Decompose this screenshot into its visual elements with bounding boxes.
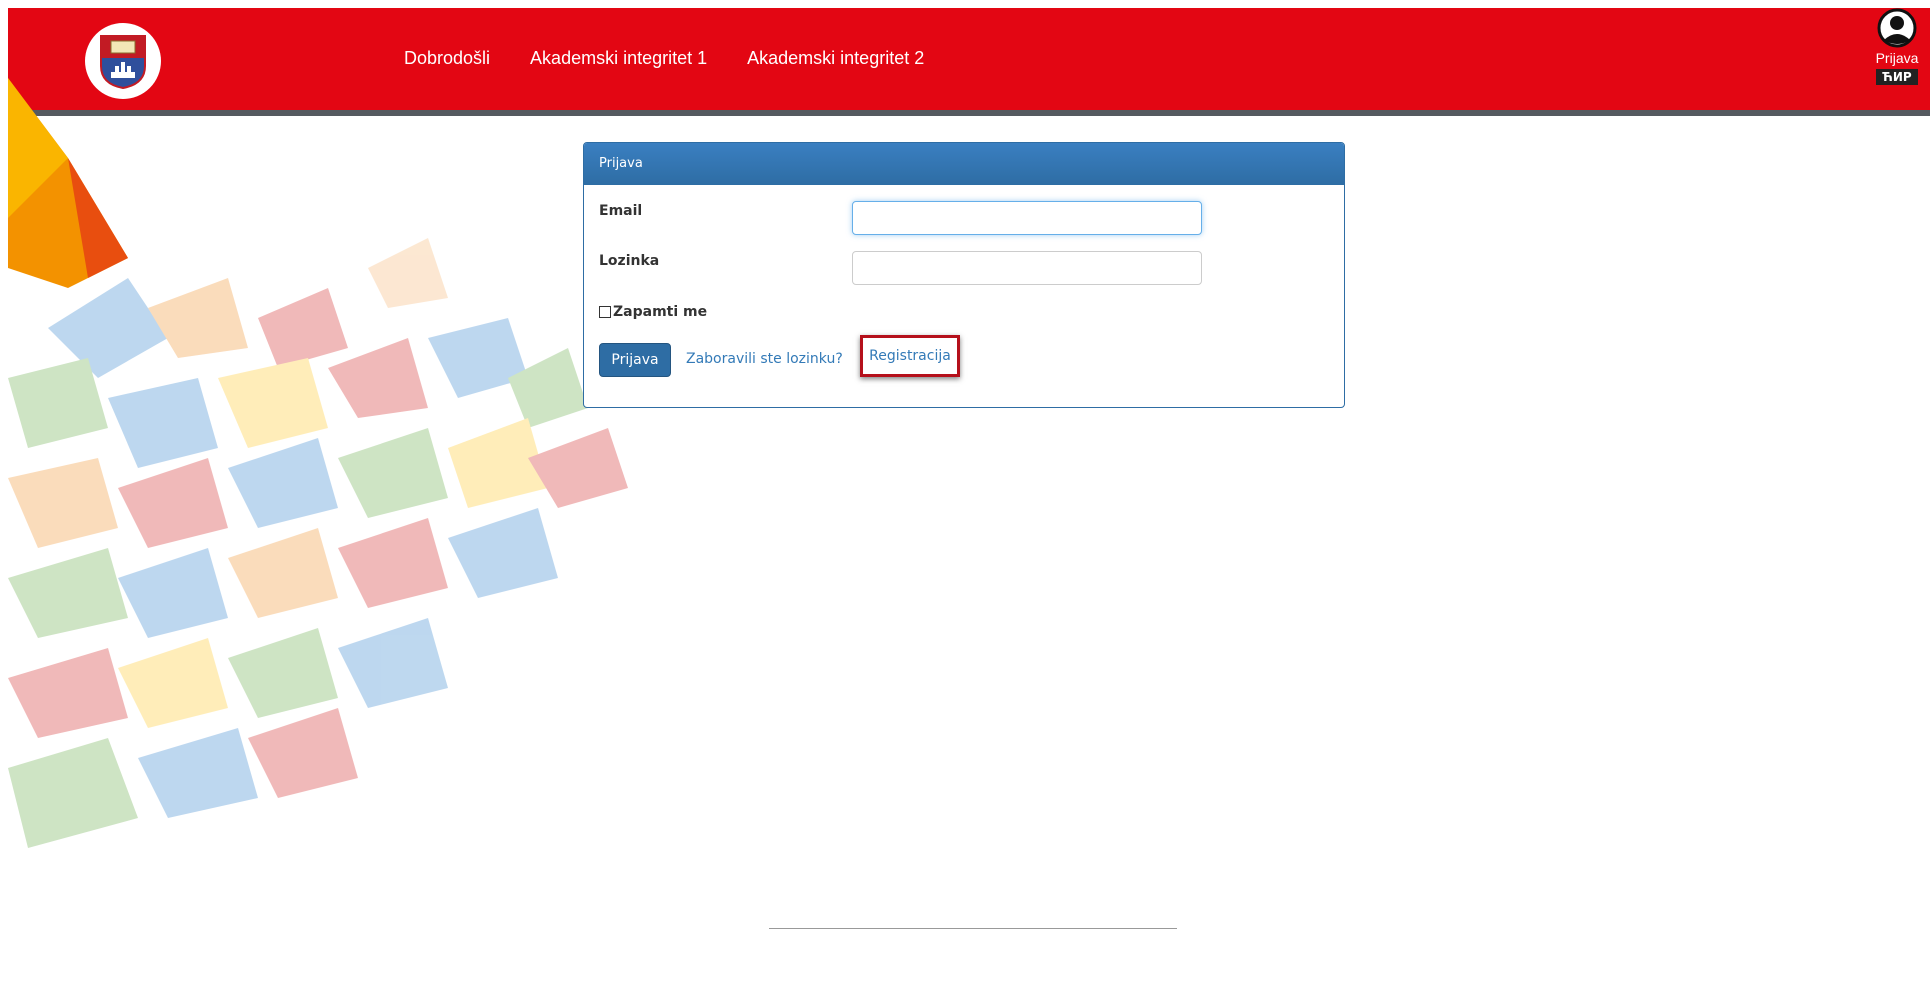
forgot-password-link[interactable]: Zaboravili ste lozinku? <box>686 351 843 367</box>
main-nav: Dobrodošli Akademski integritet 1 Akadem… <box>404 48 924 69</box>
login-submit-button[interactable]: Prijava <box>599 343 671 377</box>
nav-akademski-integritet-2[interactable]: Akademski integritet 2 <box>747 48 924 69</box>
register-link[interactable]: Registracija <box>869 348 951 364</box>
password-field[interactable] <box>852 251 1202 285</box>
user-icon[interactable] <box>1877 8 1917 48</box>
login-panel-title: Prijava <box>584 143 1344 185</box>
email-label: Email <box>599 203 643 219</box>
remember-me-checkbox[interactable] <box>599 306 611 318</box>
login-label[interactable]: Prijava <box>1866 50 1928 66</box>
page-frame: Dobrodošli Akademski integritet 1 Akadem… <box>8 8 1930 981</box>
footer-divider <box>769 928 1177 929</box>
remember-me-row[interactable]: Zapamti me <box>599 304 707 320</box>
user-login-area[interactable]: Prijava ЋИР <box>1866 8 1928 85</box>
login-panel: Prijava Email Lozinka Zapamti me Prijava… <box>583 142 1345 408</box>
language-switch[interactable]: ЋИР <box>1876 69 1918 85</box>
nav-dobrodosli[interactable]: Dobrodošli <box>404 48 490 69</box>
password-label: Lozinka <box>599 253 660 269</box>
register-link-highlight: Registracija <box>860 335 960 377</box>
email-field[interactable] <box>852 201 1202 235</box>
nav-akademski-integritet-1[interactable]: Akademski integritet 1 <box>530 48 707 69</box>
remember-me-label[interactable]: Zapamti me <box>613 304 707 320</box>
